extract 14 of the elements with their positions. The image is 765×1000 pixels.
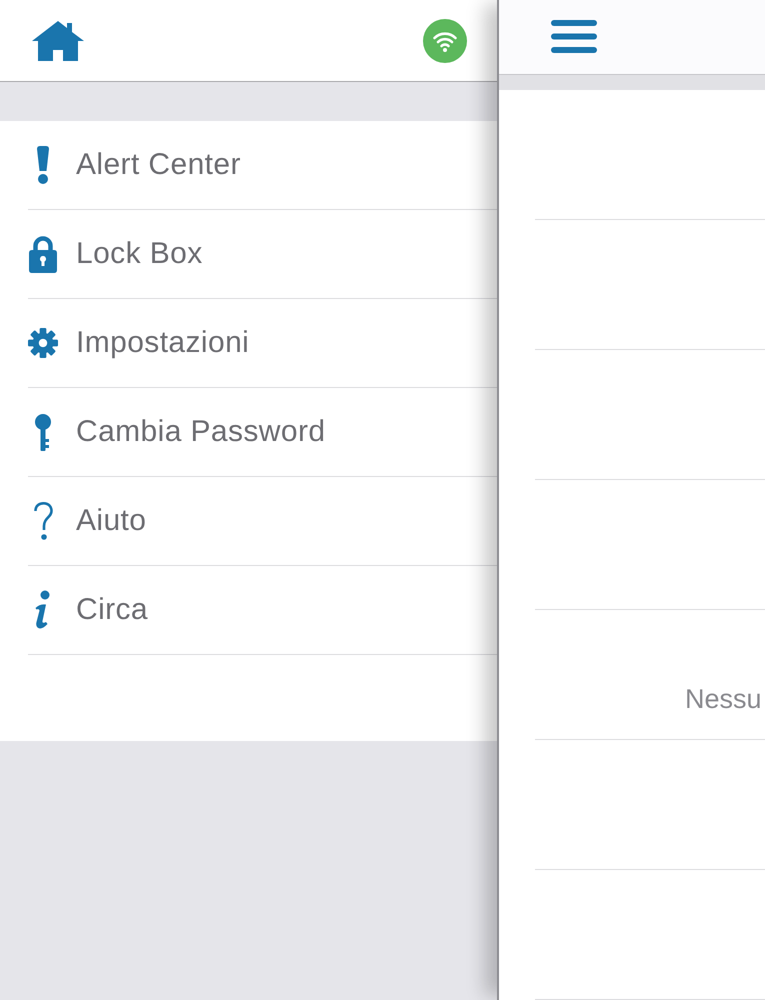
lock-icon bbox=[29, 235, 57, 273]
menu-item[interactable]: Lock Box bbox=[28, 210, 497, 299]
empty-message: Nessu bbox=[685, 684, 762, 715]
menu-icon[interactable] bbox=[551, 20, 597, 54]
help-icon bbox=[33, 502, 53, 540]
menu-item[interactable]: Alert Center bbox=[28, 121, 497, 210]
settings-icon bbox=[28, 325, 58, 361]
home-icon[interactable] bbox=[32, 20, 84, 60]
menu-item[interactable]: Cambia Password bbox=[28, 388, 497, 477]
menu-item[interactable]: Impostazioni bbox=[28, 299, 497, 388]
wifi-icon bbox=[423, 18, 467, 62]
exclamation-icon bbox=[36, 146, 50, 184]
key-icon bbox=[35, 414, 51, 450]
info-icon bbox=[34, 590, 52, 630]
